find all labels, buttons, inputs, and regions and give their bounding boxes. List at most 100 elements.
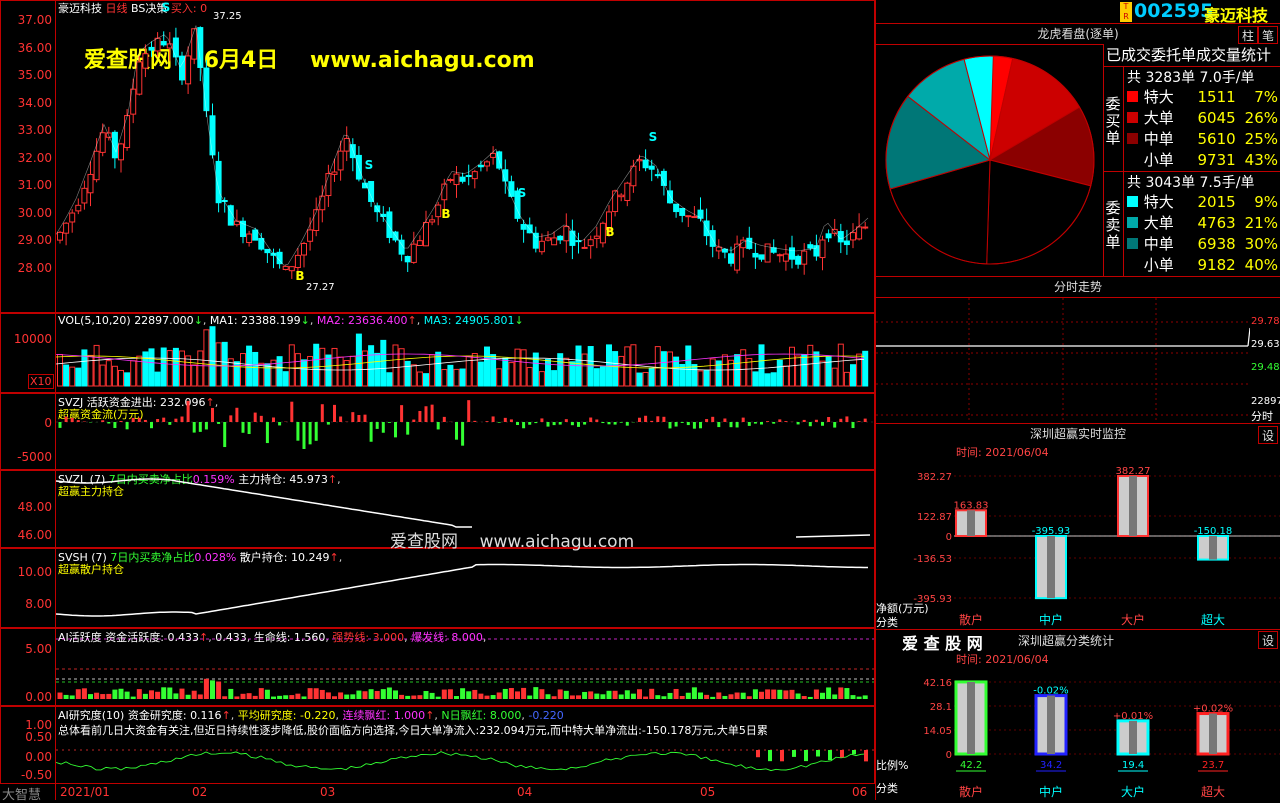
svzj-bar [394,422,397,437]
activity-bar [253,696,258,699]
intraday-unit: 分时 [1251,408,1273,424]
ai-res-label: AI研究度(10) 资金研究度: [58,709,187,722]
activity-bar [295,694,300,699]
ai-res-axis-1: 0.50 [0,730,52,744]
ratio-bar-chart[interactable]: 42.1628.114.05042.2散户-0.02%34.2中户+0.01%1… [876,668,1280,800]
activity-bar [302,696,307,699]
classify-value: 42.2 [960,760,982,771]
candle-body [289,267,294,271]
candle-body [186,56,191,84]
svzl-line [56,479,472,527]
ai-research-chart[interactable] [56,735,874,783]
candle-body [369,182,374,202]
volume-bar [308,356,313,386]
volume-chart[interactable] [56,314,874,392]
candle-body [649,166,654,169]
volume-bar [722,355,727,386]
activity-bar [680,696,685,699]
activity-bar [58,693,63,699]
legend-count: 2015 [1182,191,1238,212]
svzj-bar [132,418,135,422]
legend-pct: 40% [1238,254,1280,275]
ai-activity-chart[interactable] [56,629,874,705]
svzj-bar [553,422,556,425]
sell-summary: 共 3043单 7.5手/单 [1127,172,1255,192]
monitor-bar-name: 大户 [1121,612,1145,627]
volume-bar [783,366,788,386]
volume-bar [485,347,490,386]
svzj-bar [412,420,415,422]
candle-body [759,255,764,259]
activity-bar [814,689,819,699]
activity-bar [155,692,160,699]
candle-body [820,240,825,258]
svzj-bar [614,422,617,425]
volume-bar [472,354,477,386]
candle-body [424,222,429,245]
monitor-bar-name: 超大 [1201,612,1225,627]
classify-axis-label: 42.16 [923,678,952,689]
activity-bar [399,695,404,699]
main-chart-area[interactable]: 豪迈科技 日线 BS决策 买入: 0 爱查股网 6月4日 www.aichagu… [0,0,875,800]
volume-bar [417,372,422,386]
activity-bar [759,692,764,699]
activity-bar [143,694,148,699]
svsh-chart[interactable] [56,549,874,627]
volume-bar [167,351,172,386]
classify-settings-button[interactable]: 设 [1258,631,1278,649]
svzj-bar [772,422,775,424]
activity-bar [790,690,795,699]
svzj-bar [65,417,68,422]
high-price-mark: 37.25 [213,11,242,22]
activity-bar [832,694,837,699]
volume-bar [692,365,697,386]
order-pie-chart[interactable] [880,50,1100,270]
legend-pct: 25% [1238,128,1280,149]
price-axis-label: 37.00 [0,13,52,27]
activity-bar [564,691,569,699]
volume-bar [759,345,764,386]
svzj-bar [669,422,672,428]
candle-body [533,233,538,248]
activity-bar [722,696,727,699]
volume-bar [405,361,410,386]
candle-body [710,231,715,247]
activity-bar [753,689,758,699]
activity-bar [216,682,221,699]
monitor-axis-label: -136.53 [913,554,952,565]
svzj-bar [272,417,275,422]
classify-bar-中户 [1036,696,1066,754]
svzj-bar [754,422,757,424]
classify-bar-散户 [956,682,986,754]
net-flow-bar-chart[interactable]: 382.27122.870-136.53-395.93163.83散户-395.… [876,460,1280,630]
volume-bar [448,365,453,386]
monitor-bar-name: 中户 [1039,612,1063,627]
svzj-bar [156,419,159,422]
monitor-settings-button[interactable]: 设 [1258,426,1278,444]
svzl-axis-0: 48.00 [0,500,52,514]
svzj-axis-0: 0 [0,416,52,430]
candle-body [436,205,441,217]
svzj-bar [437,422,440,429]
svzj-bar [723,419,726,422]
intraday-title: 分时走势 [876,277,1280,297]
volume-bar [369,346,374,386]
volume-bar [497,369,502,386]
candle-body [247,234,252,242]
legend-count: 6938 [1182,233,1238,254]
svzj-chart[interactable] [56,394,874,470]
svzj-bar [864,419,867,422]
activity-bar [375,691,380,699]
volume-bar [186,356,191,386]
price-axis-label: 28.00 [0,261,52,275]
svzj-bar [797,422,800,424]
price-axis-label: 30.00 [0,206,52,220]
activity-bar [765,689,770,699]
activity-bar [228,689,233,699]
activity-bar [820,693,825,699]
svzj-bar [504,418,507,422]
candle-body [173,38,178,57]
intraday-chart[interactable] [876,298,1250,422]
candlestick-chart[interactable]: BBBSSSS [56,0,874,312]
svzj-bar [601,422,604,423]
